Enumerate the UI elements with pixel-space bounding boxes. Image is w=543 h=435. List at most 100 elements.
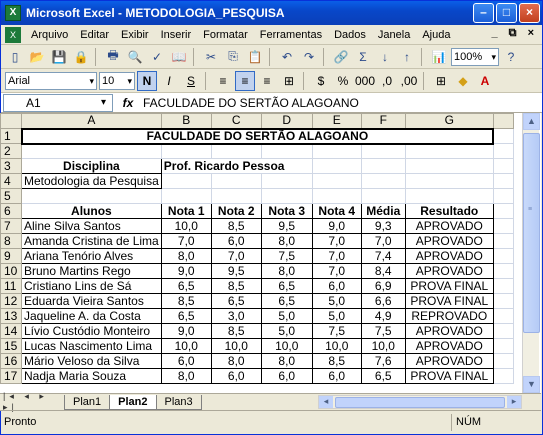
nota4-cell[interactable]: 6,0 — [311, 278, 362, 294]
disciplina-cell[interactable]: Metodologia da Pesquisa — [21, 173, 162, 189]
cell[interactable] — [311, 158, 362, 174]
menu-arquivo[interactable]: Arquivo — [25, 29, 74, 41]
zoom-select[interactable]: 100% — [451, 47, 499, 66]
tab-plan3[interactable]: Plan3 — [155, 394, 202, 410]
media-cell[interactable]: 7,0 — [360, 233, 406, 249]
header-resultado[interactable]: Resultado — [404, 203, 494, 219]
row-header[interactable]: 6 — [0, 203, 22, 219]
header-nota2[interactable]: Nota 2 — [210, 203, 262, 219]
nota2-cell[interactable]: 9,5 — [210, 263, 262, 279]
nota1-cell[interactable]: 9,0 — [160, 323, 212, 339]
nota1-cell[interactable]: 10,0 — [160, 218, 212, 234]
row-header[interactable]: 9 — [0, 248, 22, 264]
resultado-cell[interactable]: PROVA FINAL — [404, 278, 494, 294]
nota3-cell[interactable]: 6,0 — [260, 368, 313, 384]
nota4-cell[interactable]: 7,0 — [311, 248, 362, 264]
row-header[interactable]: 14 — [0, 323, 22, 339]
cell[interactable] — [360, 143, 406, 159]
cell[interactable] — [492, 233, 514, 249]
research-icon[interactable]: 📖 — [169, 47, 189, 67]
cell[interactable] — [404, 188, 494, 204]
cut-icon[interactable]: ✂ — [201, 47, 221, 67]
close-button[interactable]: × — [519, 3, 540, 23]
cell[interactable] — [160, 188, 212, 204]
nota2-cell[interactable]: 8,5 — [210, 278, 262, 294]
student-name-cell[interactable]: Lucas Nascimento Lima — [21, 338, 162, 354]
cell[interactable] — [492, 323, 514, 339]
professor-cell[interactable]: Prof. Ricardo Pessoa — [160, 158, 313, 174]
open-icon[interactable]: 📂 — [27, 47, 47, 67]
nota3-cell[interactable]: 8,0 — [260, 233, 313, 249]
sheet-title-cell[interactable]: FACULDADE DO SERTÃO ALAGOANO — [20, 127, 495, 145]
student-name-cell[interactable]: Nadja Maria Souza — [21, 368, 162, 384]
header-media[interactable]: Média — [360, 203, 406, 219]
col-header-a[interactable]: A — [21, 113, 162, 129]
scroll-right-icon[interactable]: ▸ — [507, 396, 521, 408]
student-name-cell[interactable]: Lívio Custódio Monteiro — [21, 323, 162, 339]
sort-asc-icon[interactable]: ↓ — [375, 47, 395, 67]
nota4-cell[interactable]: 6,0 — [311, 368, 362, 384]
row-header[interactable]: 4 — [0, 173, 22, 189]
scroll-left-icon[interactable]: ◂ — [319, 396, 333, 408]
cell[interactable] — [492, 308, 514, 324]
nota3-cell[interactable]: 8,0 — [260, 263, 313, 279]
cell[interactable] — [260, 143, 313, 159]
media-cell[interactable]: 6,9 — [360, 278, 406, 294]
nota2-cell[interactable]: 10,0 — [210, 338, 262, 354]
cell[interactable] — [492, 263, 514, 279]
undo-icon[interactable]: ↶ — [277, 47, 297, 67]
nota4-cell[interactable]: 5,0 — [311, 308, 362, 324]
cell[interactable] — [311, 143, 362, 159]
row-header[interactable]: 10 — [0, 263, 22, 279]
nota2-cell[interactable]: 6,5 — [210, 293, 262, 309]
percent-icon[interactable]: % — [333, 71, 353, 91]
save-icon[interactable]: 💾 — [49, 47, 69, 67]
nota3-cell[interactable]: 8,0 — [260, 353, 313, 369]
formula-input[interactable]: FACULDADE DO SERTÃO ALAGOANO — [143, 96, 542, 110]
italic-button[interactable]: I — [159, 71, 179, 91]
resultado-cell[interactable]: APROVADO — [404, 353, 494, 369]
col-header-b[interactable]: B — [160, 113, 212, 129]
vertical-scrollbar[interactable]: ▲ ≡ ▼ — [522, 113, 540, 393]
cell[interactable] — [492, 368, 514, 384]
row-header[interactable]: 1 — [0, 128, 22, 144]
row-header[interactable]: 17 — [0, 368, 22, 384]
header-nota4[interactable]: Nota 4 — [311, 203, 362, 219]
header-alunos[interactable]: Alunos — [21, 203, 162, 219]
row-header[interactable]: 2 — [0, 143, 22, 159]
cell[interactable] — [210, 173, 262, 189]
nota3-cell[interactable]: 9,5 — [260, 218, 313, 234]
media-cell[interactable]: 4,9 — [360, 308, 406, 324]
menu-dados[interactable]: Dados — [328, 29, 372, 41]
cell[interactable] — [492, 248, 514, 264]
bold-button[interactable]: N — [137, 70, 157, 91]
redo-icon[interactable]: ↷ — [299, 47, 319, 67]
copy-icon[interactable]: ⎘ — [223, 47, 243, 67]
resultado-cell[interactable]: APROVADO — [404, 263, 494, 279]
nota1-cell[interactable]: 8,0 — [160, 368, 212, 384]
header-nota3[interactable]: Nota 3 — [260, 203, 313, 219]
cell[interactable] — [360, 188, 406, 204]
row-header[interactable]: 16 — [0, 353, 22, 369]
resultado-cell[interactable]: APROVADO — [404, 338, 494, 354]
cell[interactable] — [260, 188, 313, 204]
col-header-d[interactable]: D — [260, 113, 313, 129]
paste-icon[interactable]: 📋 — [245, 47, 265, 67]
cell[interactable] — [492, 173, 514, 189]
cell[interactable] — [492, 143, 514, 159]
nota1-cell[interactable]: 8,0 — [160, 248, 212, 264]
cell[interactable] — [311, 173, 362, 189]
nota1-cell[interactable]: 8,5 — [160, 293, 212, 309]
font-size-select[interactable]: 10 — [99, 71, 135, 90]
fill-color-icon[interactable]: ◆ — [453, 71, 473, 91]
row-header[interactable]: 15 — [0, 338, 22, 354]
row-header[interactable]: 5 — [0, 188, 22, 204]
merge-center-icon[interactable]: ⊞ — [279, 71, 299, 91]
cell[interactable] — [492, 188, 514, 204]
menu-janela[interactable]: Janela — [372, 29, 416, 41]
align-left-icon[interactable]: ≡ — [213, 71, 233, 91]
cell[interactable] — [360, 173, 406, 189]
nota3-cell[interactable]: 6,5 — [260, 278, 313, 294]
menu-inserir[interactable]: Inserir — [155, 29, 198, 41]
nota3-cell[interactable]: 6,5 — [260, 293, 313, 309]
